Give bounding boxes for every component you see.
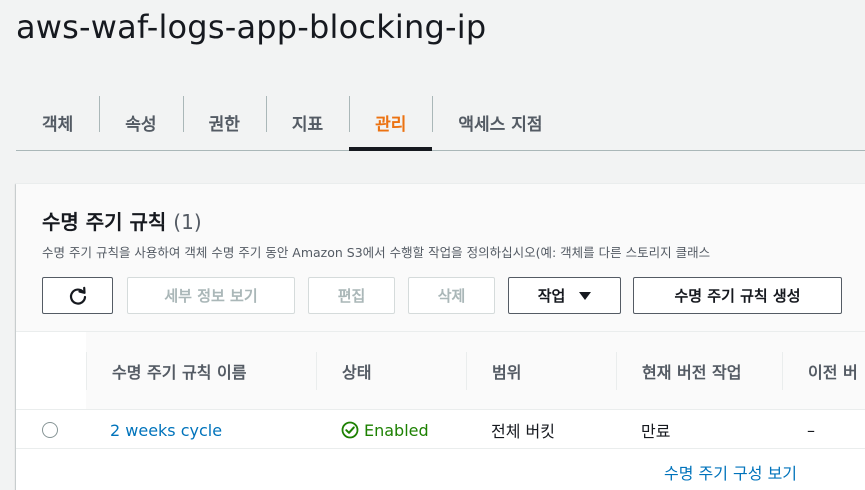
rule-name-link[interactable]: 2 weeks cycle (110, 410, 222, 450)
edit-button[interactable]: 편집 (308, 277, 395, 314)
rule-count: (1) (173, 210, 202, 234)
tab-metrics[interactable]: 지표 (265, 94, 349, 150)
view-lifecycle-config-link[interactable]: 수명 주기 구성 보기 (664, 460, 797, 484)
refresh-icon (69, 286, 86, 305)
column-divider (86, 352, 87, 390)
status-cell: Enabled (341, 410, 429, 450)
view-details-button[interactable]: 세부 정보 보기 (127, 277, 295, 314)
tab-bar: 객체 속성 권한 지표 관리 액세스 지점 (16, 94, 865, 151)
lifecycle-rules-panel: 수명 주기 규칙 (1) 수명 주기 규칙을 사용하여 객체 수명 주기 동안 … (16, 183, 865, 490)
panel-title: 수명 주기 규칙 (1) (42, 206, 202, 235)
actions-dropdown-button[interactable]: 작업 (508, 277, 621, 314)
caret-down-icon (579, 291, 592, 300)
column-header-previous-version[interactable]: 이전 버 (782, 332, 865, 409)
tab-permissions[interactable]: 권한 (182, 94, 266, 150)
check-circle-icon (341, 421, 359, 439)
tab-objects[interactable]: 객체 (16, 94, 99, 150)
delete-button[interactable]: 삭제 (408, 277, 495, 314)
tab-properties[interactable]: 속성 (99, 94, 182, 150)
column-divider (616, 352, 617, 390)
panel-header: 수명 주기 규칙 (1) 수명 주기 규칙을 사용하여 객체 수명 주기 동안 … (16, 184, 865, 332)
status-text: Enabled (364, 420, 429, 440)
refresh-button[interactable] (42, 277, 113, 314)
tab-management[interactable]: 관리 (349, 94, 433, 151)
column-divider (466, 352, 467, 390)
column-header-status[interactable]: 상태 (316, 332, 466, 409)
tab-access-points[interactable]: 액세스 지점 (432, 94, 568, 150)
column-header-name[interactable]: 수명 주기 규칙 이름 (86, 332, 316, 409)
column-divider (316, 352, 317, 390)
column-divider (782, 352, 783, 390)
actions-label: 작업 (537, 287, 566, 305)
scope-cell: 전체 버킷 (491, 422, 555, 441)
panel-description: 수명 주기 규칙을 사용하여 객체 수명 주기 동안 Amazon S3에서 수… (42, 245, 711, 260)
column-header-scope[interactable]: 범위 (466, 332, 616, 409)
previous-version-action-cell: – (807, 420, 815, 440)
panel-title-text: 수명 주기 규칙 (42, 210, 167, 234)
bucket-title: aws-waf-logs-app-blocking-ip (16, 8, 487, 46)
current-version-action-cell: 만료 (641, 422, 671, 441)
column-header-current-version[interactable]: 현재 버전 작업 (616, 332, 782, 409)
create-lifecycle-rule-button[interactable]: 수명 주기 규칙 생성 (633, 277, 842, 314)
table-row[interactable]: 2 weeks cycle Enabled 전체 버킷 만료 – (16, 409, 865, 449)
row-select-radio[interactable] (42, 422, 58, 438)
